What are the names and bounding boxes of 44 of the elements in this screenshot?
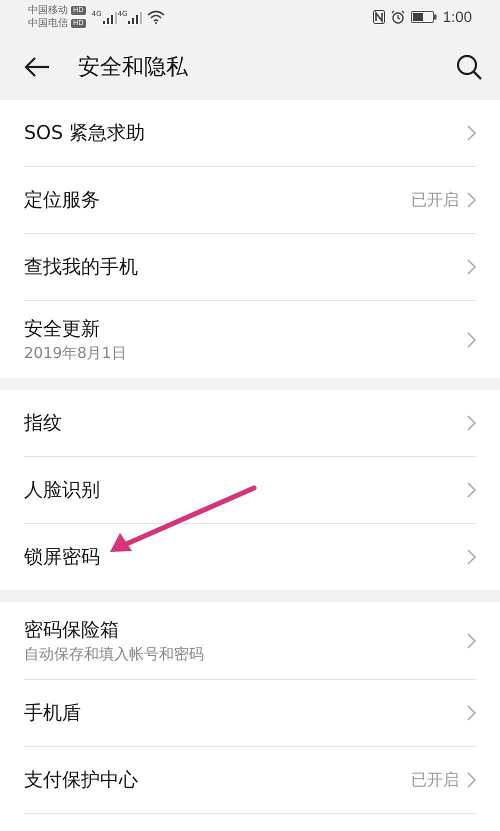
nfc-icon bbox=[372, 10, 385, 24]
chevron-icon bbox=[467, 192, 476, 208]
item-title: 人脸识别 bbox=[24, 478, 101, 503]
item-title: SOS 紧急求助 bbox=[24, 121, 146, 146]
item-title: 锁屏密码 bbox=[24, 545, 101, 570]
clock-time: 1:00 bbox=[442, 8, 472, 26]
alarm-icon bbox=[390, 10, 405, 24]
item-subtitle: 自动保存和填入帐号和密码 bbox=[24, 645, 205, 664]
chevron-icon bbox=[467, 772, 476, 788]
item-title: 查找我的手机 bbox=[24, 255, 139, 280]
settings-item[interactable]: 锁屏密码 bbox=[24, 524, 476, 590]
item-status: 已开启 bbox=[411, 190, 459, 210]
chevron-icon bbox=[467, 259, 476, 275]
chevron-icon bbox=[467, 705, 476, 721]
wifi-icon bbox=[147, 10, 166, 24]
chevron-icon bbox=[467, 332, 476, 348]
item-title: 定位服务 bbox=[24, 188, 101, 213]
settings-item[interactable]: 安全更新 2019年8月1日 bbox=[24, 301, 476, 378]
chevron-icon bbox=[467, 125, 476, 141]
settings-item[interactable]: 手机盾 bbox=[24, 680, 476, 747]
item-title: 指纹 bbox=[24, 411, 63, 436]
settings-item[interactable]: SOS 紧急求助 bbox=[24, 100, 476, 167]
chevron-icon bbox=[467, 415, 476, 431]
item-title: 安全更新 bbox=[24, 317, 101, 342]
carrier-name: 中国移动 bbox=[28, 4, 68, 17]
settings-item[interactable]: 指纹 bbox=[24, 390, 476, 457]
chevron-icon bbox=[467, 549, 476, 565]
item-title: 支付保护中心 bbox=[24, 768, 139, 793]
settings-item[interactable]: 密码保险箱 自动保存和填入帐号和密码 bbox=[24, 602, 476, 680]
item-subtitle: 2019年8月1日 bbox=[24, 344, 128, 363]
settings-item[interactable]: 人脸识别 bbox=[24, 457, 476, 524]
chevron-icon bbox=[467, 482, 476, 498]
item-title: 手机盾 bbox=[24, 701, 82, 726]
item-status: 已开启 bbox=[411, 770, 459, 790]
chevron-icon bbox=[467, 632, 476, 648]
carrier-name: 中国电信 bbox=[28, 17, 68, 30]
battery-icon bbox=[410, 11, 437, 23]
settings-item[interactable]: 查找我的手机 bbox=[24, 234, 476, 301]
page-title: 安全和隐私 bbox=[78, 54, 188, 82]
signal-icon bbox=[102, 12, 117, 24]
item-title: 密码保险箱 bbox=[24, 618, 120, 643]
settings-item[interactable]: 定位服务 已开启 bbox=[24, 167, 476, 234]
signal-icon bbox=[128, 12, 142, 24]
settings-item[interactable]: 支付保护中心 已开启 bbox=[24, 747, 476, 814]
